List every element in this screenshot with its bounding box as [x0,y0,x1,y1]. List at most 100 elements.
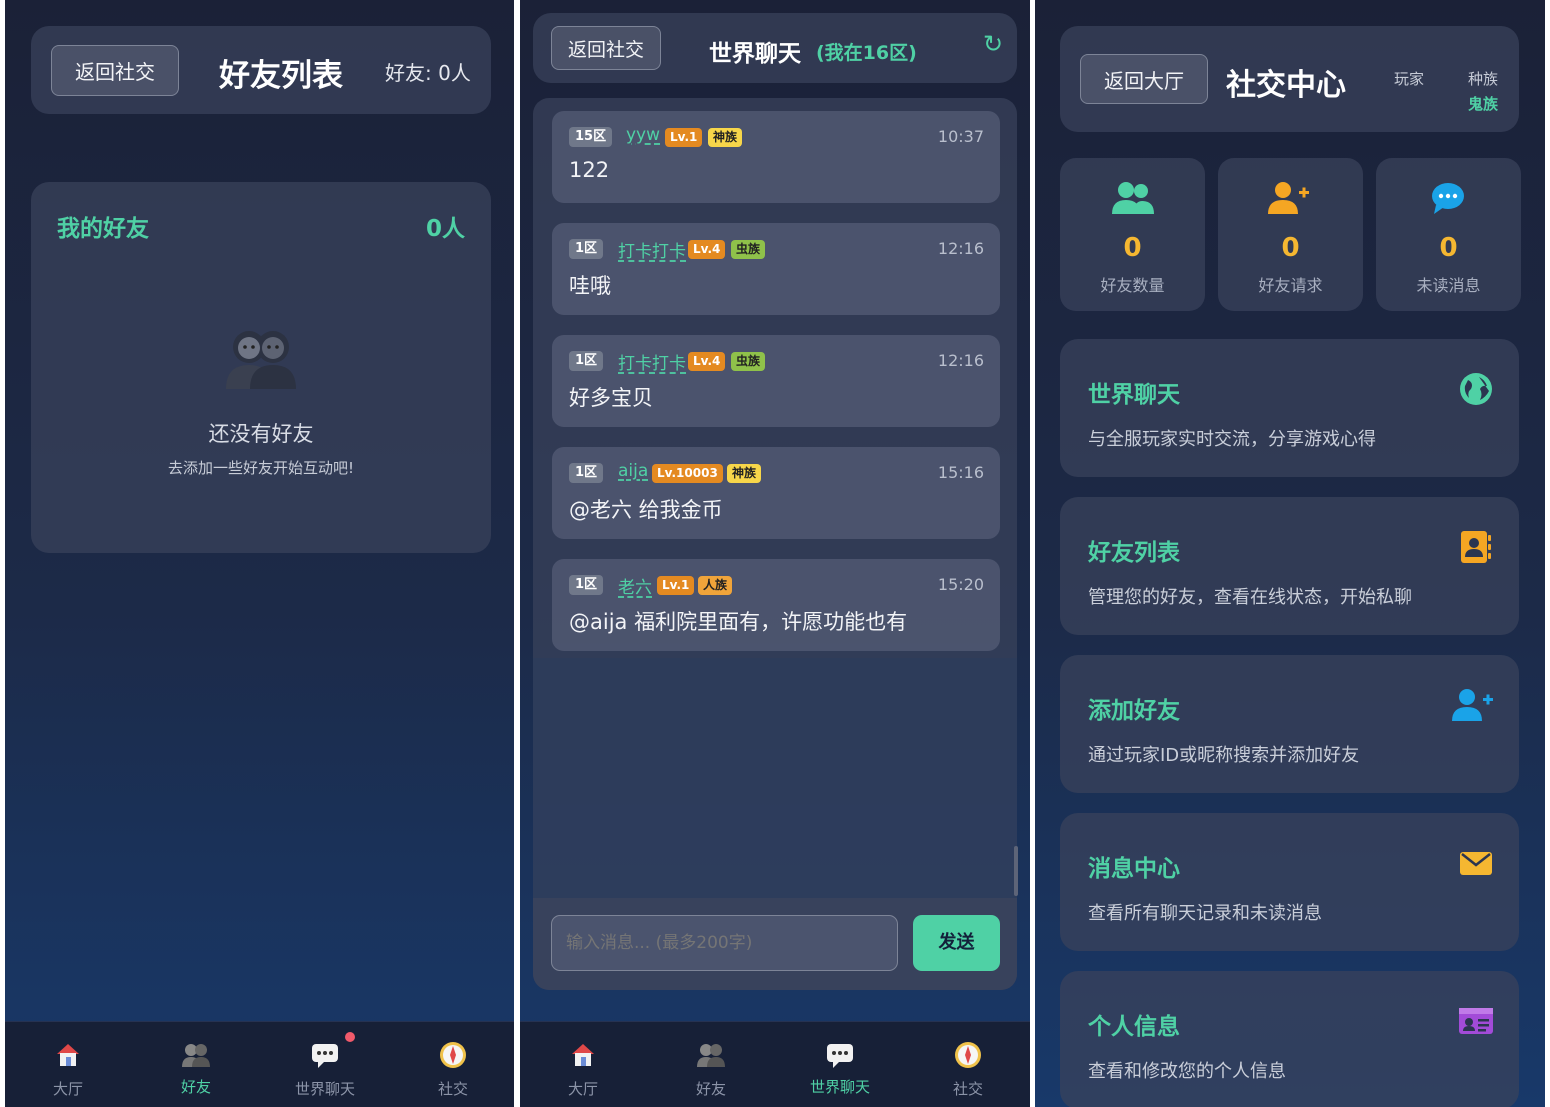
nav-item-social[interactable]: 社交 [403,1022,503,1107]
world-chat-screen: 返回社交 世界聊天 (我在16区) ↻ 15区 yyw Lv.1 神族 10:3… [520,0,1030,1107]
back-to-social-button[interactable]: 返回社交 [51,45,179,96]
zone-badge: 15区 [569,127,613,147]
nav-item-friends[interactable]: 好友 [661,1022,761,1107]
bottom-nav: 大厅 好友 世界聊天 社交 [520,1021,1030,1107]
chat-bubble-icon [1432,183,1464,214]
my-zone-label: (我在16区) [816,42,917,64]
chat-message: 1区 aija Lv.10003 神族 15:16 @老六 给我金币 [552,447,1000,539]
feature-add-friend[interactable]: 添加好友 通过玩家ID或昵称搜索并添加好友 [1060,655,1519,793]
message-time: 12:16 [937,351,984,370]
stat-friend-count[interactable]: 0 好友数量 [1060,158,1205,311]
username-link[interactable]: 打卡打卡 [618,349,686,374]
race-badge: 神族 [727,464,762,483]
nav-label-lobby: 大厅 [52,1080,83,1098]
zone-badge: 1区 [569,463,604,483]
level-badge: Lv.4 [688,240,726,259]
nav-item-world-chat[interactable]: 世界聊天 [790,1022,890,1107]
nav-item-lobby[interactable]: 大厅 [533,1022,633,1107]
stat-unread-messages[interactable]: 0 未读消息 [1376,158,1521,311]
feature-profile[interactable]: 个人信息 查看和修改您的个人信息 [1060,971,1519,1107]
nav-label-lobby: 大厅 [567,1080,598,1098]
message-text: 哇哦 [569,274,611,298]
nav-item-lobby[interactable]: 大厅 [18,1022,118,1107]
nav-item-social[interactable]: 社交 [918,1022,1018,1107]
section-title: 我的好友 [57,216,149,242]
my-friends-card: 我的好友 0人 还没有好友 去添加一些好友开始互动吧! [31,182,491,553]
users-icon [1112,182,1154,214]
back-to-lobby-button[interactable]: 返回大厅 [1080,54,1208,104]
level-badge: Lv.1 [665,128,703,147]
message-time: 10:37 [937,127,984,146]
envelope-icon [1460,852,1492,875]
compass-icon [955,1042,981,1068]
player-label: 玩家 [1394,70,1425,88]
nav-label-social: 社交 [437,1080,468,1098]
globe-icon [1460,373,1492,405]
user-plus-icon [1452,689,1493,721]
friend-list-screen: 返回社交 好友列表 好友: 0人 我的好友 0人 还没有好友 去添加一些好友开始… [5,0,514,1107]
chat-message: 1区 打卡打卡 Lv.4 虫族 12:16 好多宝贝 [552,335,1000,427]
message-input[interactable] [551,915,898,971]
chat-icon [312,1044,338,1068]
race-badge: 虫族 [731,352,766,371]
chat-message: 1区 打卡打卡 Lv.4 虫族 12:16 哇哦 [552,223,1000,315]
feature-desc: 通过玩家ID或昵称搜索并添加好友 [1088,745,1360,766]
id-card-icon [1459,1008,1493,1034]
header-bar: 返回社交 世界聊天 (我在16区) ↻ [533,13,1017,83]
page-title: 社交中心 [1226,68,1346,103]
feature-world-chat[interactable]: 世界聊天 与全服玩家实时交流，分享游戏心得 [1060,339,1519,477]
level-badge: Lv.10003 [652,464,723,483]
page-title: 好友列表 [219,58,343,94]
back-to-social-button[interactable]: 返回社交 [551,26,661,70]
feature-desc: 与全服玩家实时交流，分享游戏心得 [1088,429,1376,450]
username-link[interactable]: 老六 [618,573,652,598]
feature-title: 个人信息 [1088,1014,1180,1040]
username-link[interactable]: aija [618,461,648,481]
house-icon [57,1044,79,1066]
nav-item-world-chat[interactable]: 世界聊天 [275,1022,375,1107]
unread-dot [345,1032,355,1042]
feature-message-center[interactable]: 消息中心 查看所有聊天记录和未读消息 [1060,813,1519,951]
message-text: @老六 给我金币 [569,498,723,522]
stat-value: 0 [1123,233,1142,263]
chat-message: 15区 yyw Lv.1 神族 10:37 122 [552,111,1000,203]
compass-icon [440,1042,466,1068]
send-button[interactable]: 发送 [913,915,1000,971]
race-badge: 神族 [708,128,743,147]
username-link[interactable]: yyw [626,125,660,145]
message-time: 12:16 [937,239,984,258]
level-badge: Lv.1 [657,576,695,595]
nav-label-social: 社交 [952,1080,983,1098]
zone-badge: 1区 [569,351,604,371]
bottom-nav: 大厅 好友 世界聊天 社交 [5,1021,514,1107]
feature-title: 添加好友 [1088,698,1180,724]
feature-title: 世界聊天 [1088,382,1180,408]
username-link[interactable]: 打卡打卡 [618,237,686,262]
zone-badge: 1区 [569,239,604,259]
feature-title: 好友列表 [1088,540,1180,566]
message-text: @aija 福利院里面有，许愿功能也有 [569,610,908,634]
stat-value: 0 [1439,233,1458,263]
message-text: 122 [569,158,610,182]
scrollbar-thumb[interactable] [1014,846,1018,896]
user-plus-icon [1268,182,1309,214]
race-value: 鬼族 [1468,95,1499,113]
nav-label-world-chat: 世界聊天 [294,1080,355,1098]
stat-friend-requests[interactable]: 0 好友请求 [1218,158,1363,311]
feature-desc: 查看所有聊天记录和未读消息 [1088,903,1322,924]
feature-desc: 管理您的好友，查看在线状态，开始私聊 [1088,587,1412,608]
empty-state-hint: 去添加一些好友开始互动吧! [167,459,354,477]
chat-icon [827,1044,853,1068]
level-badge: Lv.4 [688,352,726,371]
nav-label-world-chat: 世界聊天 [809,1078,870,1096]
chat-message: 1区 老六 Lv.1 人族 15:20 @aija 福利院里面有，许愿功能也有 [552,559,1000,651]
race-label: 种族 [1468,70,1499,88]
header-bar: 返回大厅 社交中心 玩家 种族 鬼族 [1060,26,1519,132]
nav-item-friends[interactable]: 好友 [146,1022,246,1107]
refresh-icon[interactable]: ↻ [983,30,1003,58]
feature-title: 消息中心 [1088,856,1180,882]
feature-desc: 查看和修改您的个人信息 [1088,1061,1286,1082]
message-list[interactable]: 15区 yyw Lv.1 神族 10:37 122 1区 打卡打卡 Lv.4 虫… [533,98,1018,990]
feature-friend-list[interactable]: 好友列表 管理您的好友，查看在线状态，开始私聊 [1060,497,1519,635]
race-badge: 人族 [698,576,733,595]
